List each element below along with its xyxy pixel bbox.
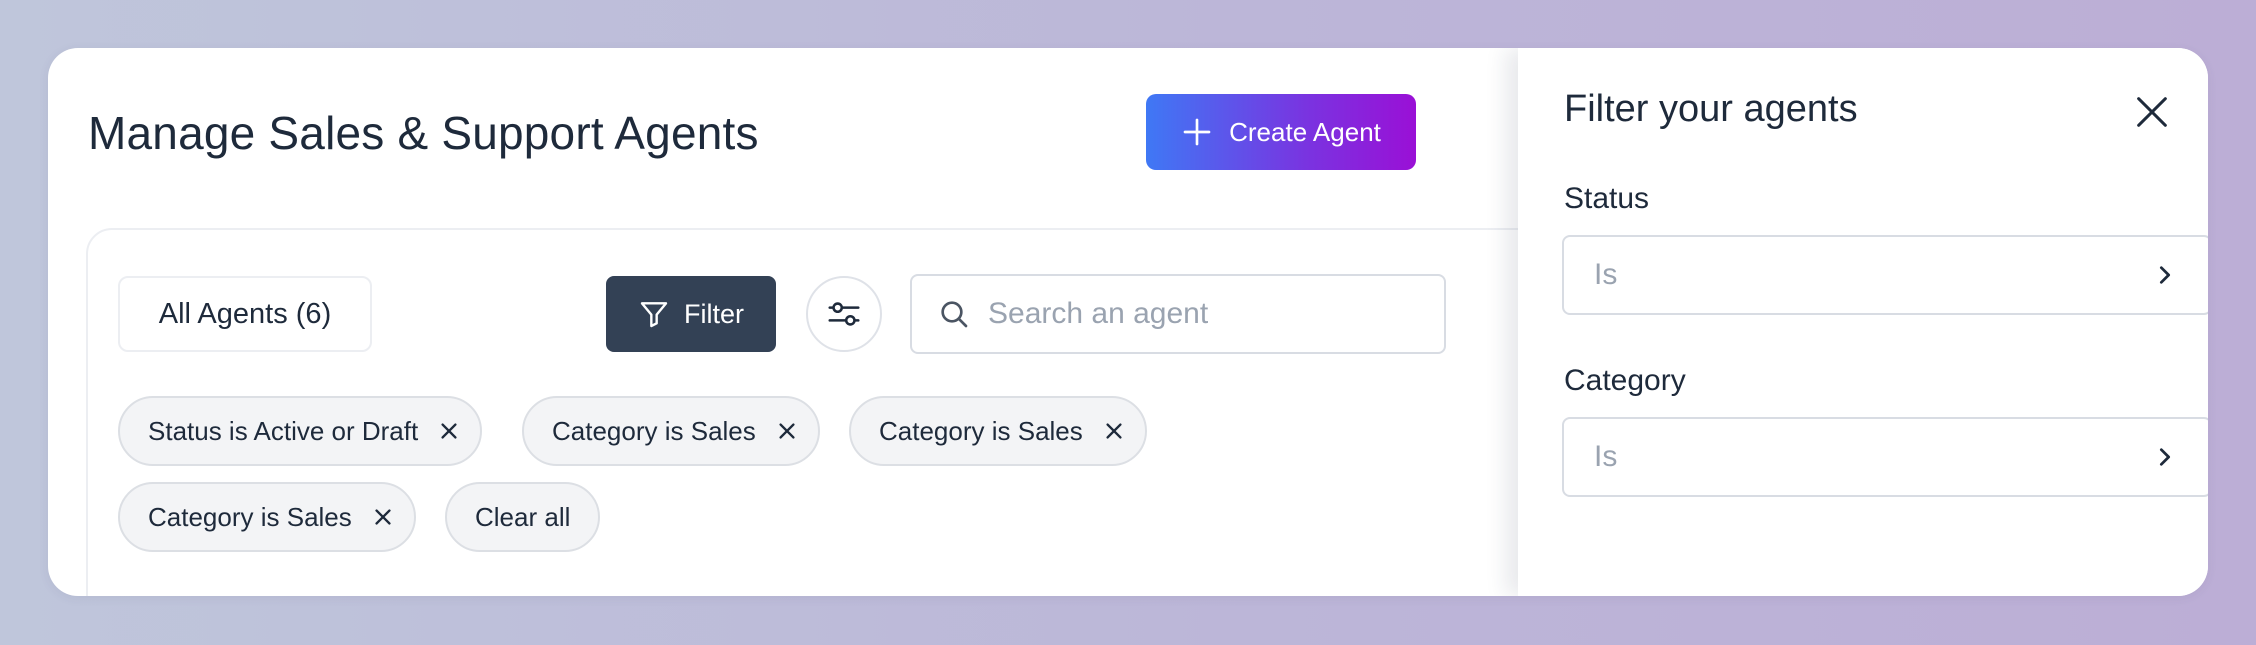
filter-chip: Category is Sales (522, 396, 820, 466)
category-field-label: Category (1564, 364, 1686, 397)
status-select-value: Is (1594, 258, 1618, 291)
view-settings-button[interactable] (806, 276, 882, 352)
close-drawer-button[interactable] (2132, 92, 2172, 132)
filter-drawer: Filter your agents Status Is Category Is (1518, 48, 2208, 596)
chevron-right-icon (2159, 448, 2171, 466)
filter-chip-label: Category is Sales (148, 501, 352, 532)
remove-filter-icon[interactable] (372, 506, 394, 528)
search-icon (941, 301, 968, 328)
sliders-icon (828, 302, 860, 326)
close-icon (2137, 97, 2167, 127)
status-select[interactable]: Is (1562, 235, 2208, 315)
search-field[interactable] (910, 274, 1446, 354)
filter-button-label: Filter (684, 298, 744, 329)
remove-filter-icon[interactable] (438, 420, 460, 442)
filter-chip-label: Category is Sales (552, 415, 756, 446)
clear-all-button[interactable]: Clear all (445, 482, 601, 552)
category-select[interactable]: Is (1562, 417, 2208, 497)
category-select-value: Is (1594, 440, 1618, 473)
filter-chip: Category is Sales (849, 396, 1147, 466)
drawer-title: Filter your agents (1564, 88, 1858, 130)
remove-filter-icon[interactable] (776, 420, 798, 442)
plus-icon (1183, 118, 1211, 146)
status-field-label: Status (1564, 182, 1650, 215)
remove-filter-icon[interactable] (1103, 420, 1125, 442)
chevron-right-icon (2159, 266, 2171, 284)
filter-chip: Status is Active or Draft (118, 396, 483, 466)
filter-button[interactable]: Filter (606, 276, 776, 352)
agents-card: Manage Sales & Support Agents Create Age… (48, 48, 2208, 596)
filter-chip-label: Category is Sales (879, 415, 1083, 446)
create-agent-button[interactable]: Create Agent (1146, 94, 1416, 170)
filter-chip-label: Status is Active or Draft (148, 415, 419, 446)
search-input[interactable] (988, 297, 1408, 331)
funnel-icon (640, 302, 668, 328)
page-title: Manage Sales & Support Agents (88, 107, 759, 159)
filter-chip: Category is Sales (118, 482, 416, 552)
create-agent-label: Create Agent (1229, 116, 1381, 147)
all-agents-tab[interactable]: All Agents (6) (118, 276, 372, 352)
